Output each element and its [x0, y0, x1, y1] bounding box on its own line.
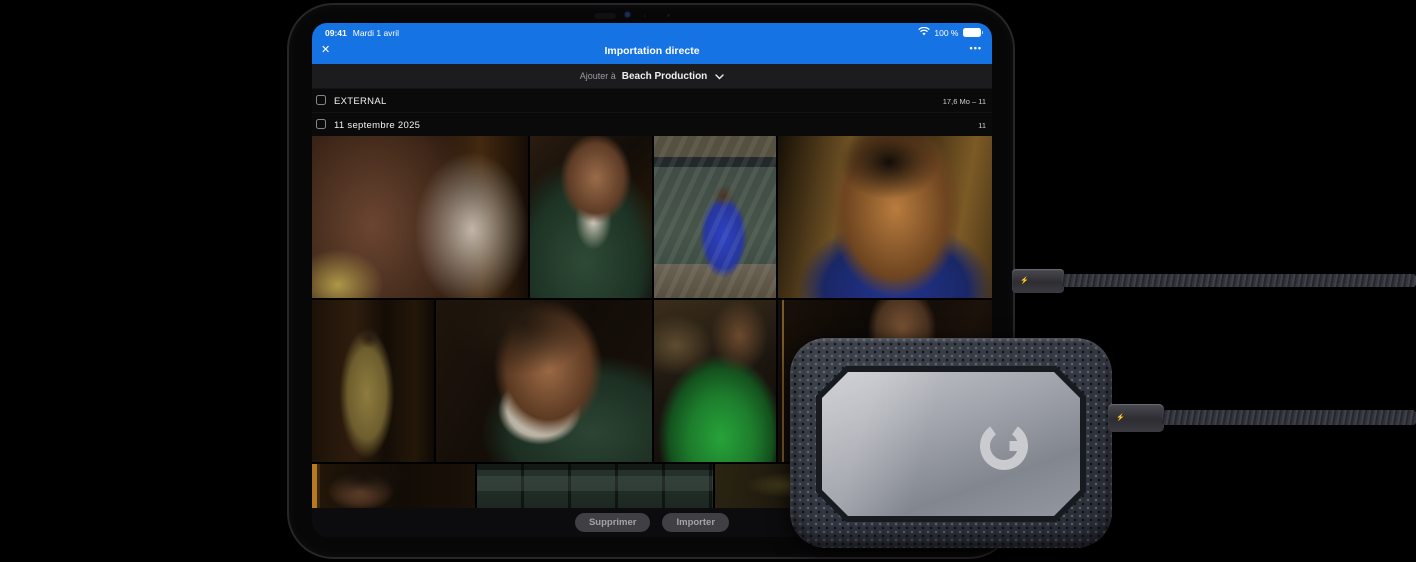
thunderbolt-icon: ⚡: [1116, 414, 1125, 422]
status-time: 09:41: [325, 28, 347, 38]
source-list: EXTERNAL 17,6 Mo – 11 11 septembre 2025 …: [312, 88, 992, 136]
g-technology-logo-icon: [980, 422, 1028, 470]
more-options-icon[interactable]: •••: [970, 43, 982, 53]
battery-percent: 100 %: [934, 27, 959, 38]
sensor-dot: [667, 14, 670, 17]
checkbox-date[interactable]: [316, 119, 326, 129]
thunderbolt-icon: ⚡: [1020, 277, 1029, 285]
album-selector-value: Beach Production: [621, 70, 708, 82]
delete-button[interactable]: Supprimer: [574, 513, 651, 532]
photo-thumbnail-1[interactable]: [312, 136, 528, 298]
import-button[interactable]: Importer: [662, 513, 730, 532]
photo-thumbnail-10[interactable]: [477, 464, 713, 508]
checkbox-external[interactable]: [316, 95, 326, 105]
title-bar: ✕ Importation directe •••: [312, 41, 992, 64]
photo-thumbnail-5[interactable]: [312, 300, 434, 462]
usb-c-connector-top: ⚡: [1012, 269, 1064, 293]
usb-c-connector-bottom: ⚡: [1108, 404, 1164, 432]
header-bar: 09:41 Mardi 1 avril 100 % ✕ Importation …: [312, 23, 992, 64]
front-camera-icon: [625, 12, 630, 17]
source-row-date[interactable]: 11 septembre 2025 11: [312, 112, 992, 136]
chevron-down-icon: [715, 67, 724, 85]
usb-c-cable-top: [1062, 274, 1416, 287]
source-row-external[interactable]: EXTERNAL 17,6 Mo – 11: [312, 88, 992, 112]
photo-thumbnail-2[interactable]: [530, 136, 652, 298]
ssd-drive: [790, 338, 1112, 548]
album-selector-label: Ajouter à: [579, 71, 616, 81]
battery-full-icon: [962, 28, 983, 37]
photo-thumbnail-4[interactable]: [778, 136, 992, 298]
photo-thumbnail-7[interactable]: [654, 300, 776, 462]
source-meta: 11: [978, 121, 986, 130]
source-label: 11 septembre 2025: [334, 120, 421, 131]
page-title: Importation directe: [604, 45, 700, 57]
album-selector[interactable]: Ajouter à Beach Production: [312, 64, 992, 88]
photo-thumbnail-6[interactable]: [436, 300, 652, 462]
wifi-icon: [918, 26, 931, 38]
usb-c-cable-bottom: [1162, 410, 1416, 425]
mic-dot: [644, 15, 646, 17]
photo-thumbnail-9[interactable]: [312, 464, 475, 508]
speaker-slot: [594, 13, 616, 19]
ssd-faceplate: [822, 372, 1080, 516]
status-date: Mardi 1 avril: [352, 28, 400, 38]
source-label: EXTERNAL: [334, 96, 387, 107]
photo-thumbnail-3[interactable]: [654, 136, 776, 298]
source-meta: 17,6 Mo – 11: [942, 97, 986, 106]
marketing-scene: 09:41 Mardi 1 avril 100 % ✕ Importation …: [0, 0, 1416, 562]
status-bar: 09:41 Mardi 1 avril 100 %: [312, 26, 992, 40]
